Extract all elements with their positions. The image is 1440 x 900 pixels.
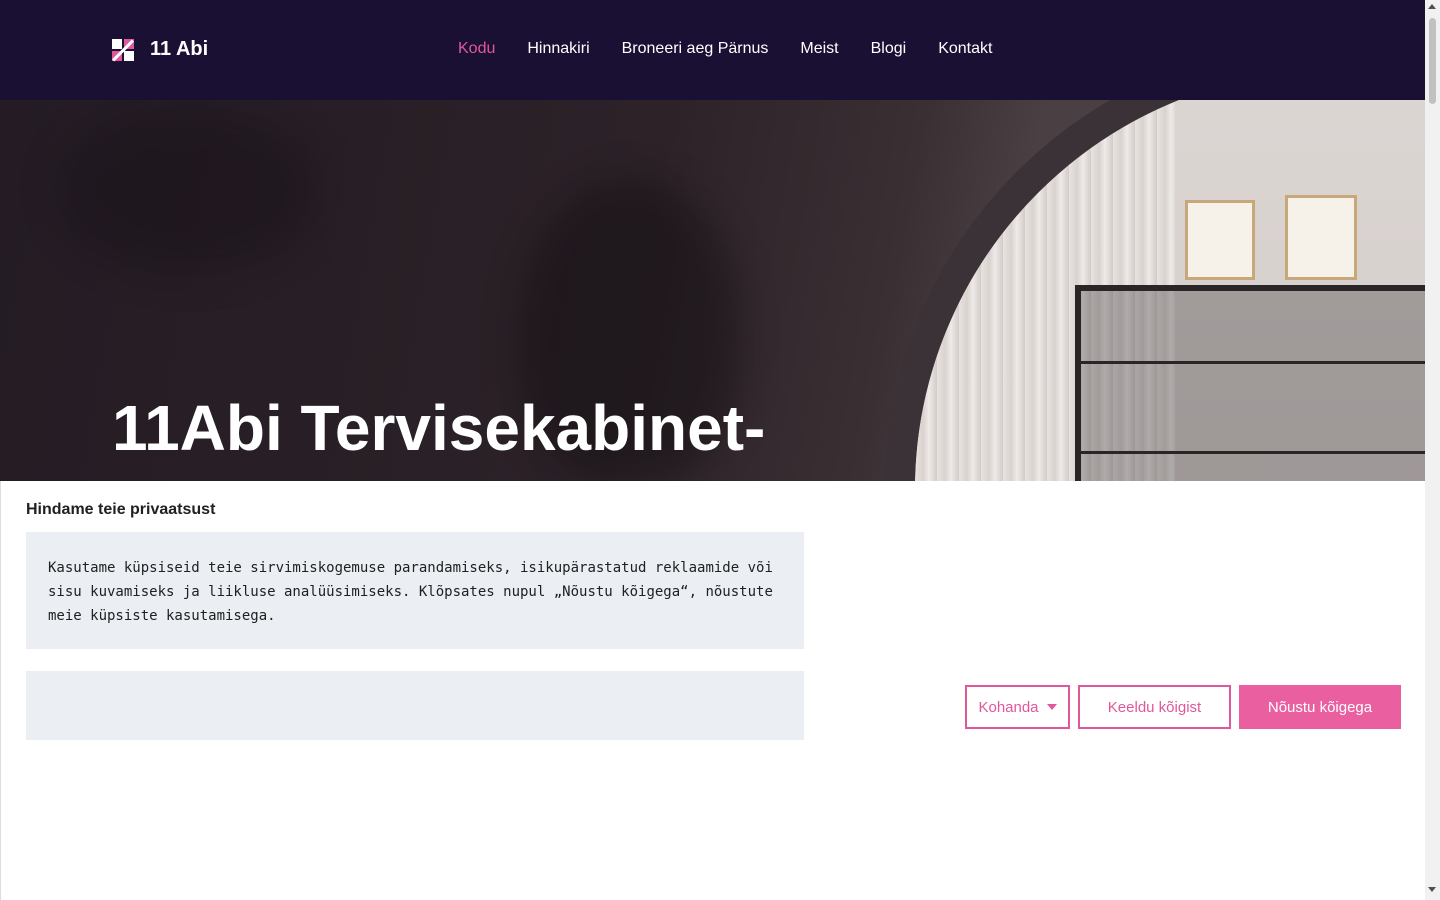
cookie-banner: Hindame teie privaatsust Kasutame küpsis… xyxy=(0,481,1425,900)
framed-certificate-image xyxy=(1185,200,1255,280)
scroll-down-arrow-icon[interactable] xyxy=(1428,887,1436,892)
logo-text: 11 Abi xyxy=(150,38,209,60)
scroll-up-arrow-icon[interactable] xyxy=(1428,4,1436,9)
hero-title-line2: Hommoopootikeskus xyxy=(112,468,763,481)
hero-arch-image xyxy=(885,100,1425,481)
accept-all-button[interactable]: Nõustu kõigega xyxy=(1239,685,1401,729)
framed-certificate-image xyxy=(1285,195,1357,280)
customize-button-label: Kohanda xyxy=(978,698,1039,716)
cookie-description: Kasutame küpsiseid teie sirvimiskogemuse… xyxy=(48,560,773,624)
hero-section: 11Abi Tervisekabinet- Hommoopootikeskus xyxy=(0,100,1425,481)
site-logo[interactable]: 11 Abi xyxy=(112,38,208,61)
customize-button[interactable]: Kohanda xyxy=(965,685,1070,729)
hero-background-shadow xyxy=(60,110,320,270)
nav-item-kodu[interactable]: Kodu xyxy=(458,40,495,58)
nav-item-blogi[interactable]: Blogi xyxy=(871,40,907,58)
caret-down-icon xyxy=(1046,704,1057,710)
nav-item-kontakt[interactable]: Kontakt xyxy=(938,40,992,58)
display-cabinet-image xyxy=(1075,285,1425,481)
cookie-preferences-box xyxy=(26,671,804,740)
reject-all-button[interactable]: Keeldu kõigist xyxy=(1078,685,1231,729)
logo-mark-icon xyxy=(112,38,134,61)
site-header: 11 Abi Kodu Hinnakiri Broneeri aeg Pärnu… xyxy=(0,0,1425,100)
main-nav: Kodu Hinnakiri Broneeri aeg Pärnus Meist… xyxy=(458,40,992,58)
nav-item-broneeri[interactable]: Broneeri aeg Pärnus xyxy=(622,40,769,58)
page-scrollbar[interactable] xyxy=(1425,0,1440,900)
scrollbar-thumb[interactable] xyxy=(1429,18,1436,104)
nav-item-hinnakiri[interactable]: Hinnakiri xyxy=(527,40,589,58)
hero-title: 11Abi Tervisekabinet- xyxy=(112,392,766,464)
cookie-description-box: Kasutame küpsiseid teie sirvimiskogemuse… xyxy=(26,532,804,649)
nav-item-meist[interactable]: Meist xyxy=(800,40,838,58)
cookie-banner-title: Hindame teie privaatsust xyxy=(26,501,216,518)
